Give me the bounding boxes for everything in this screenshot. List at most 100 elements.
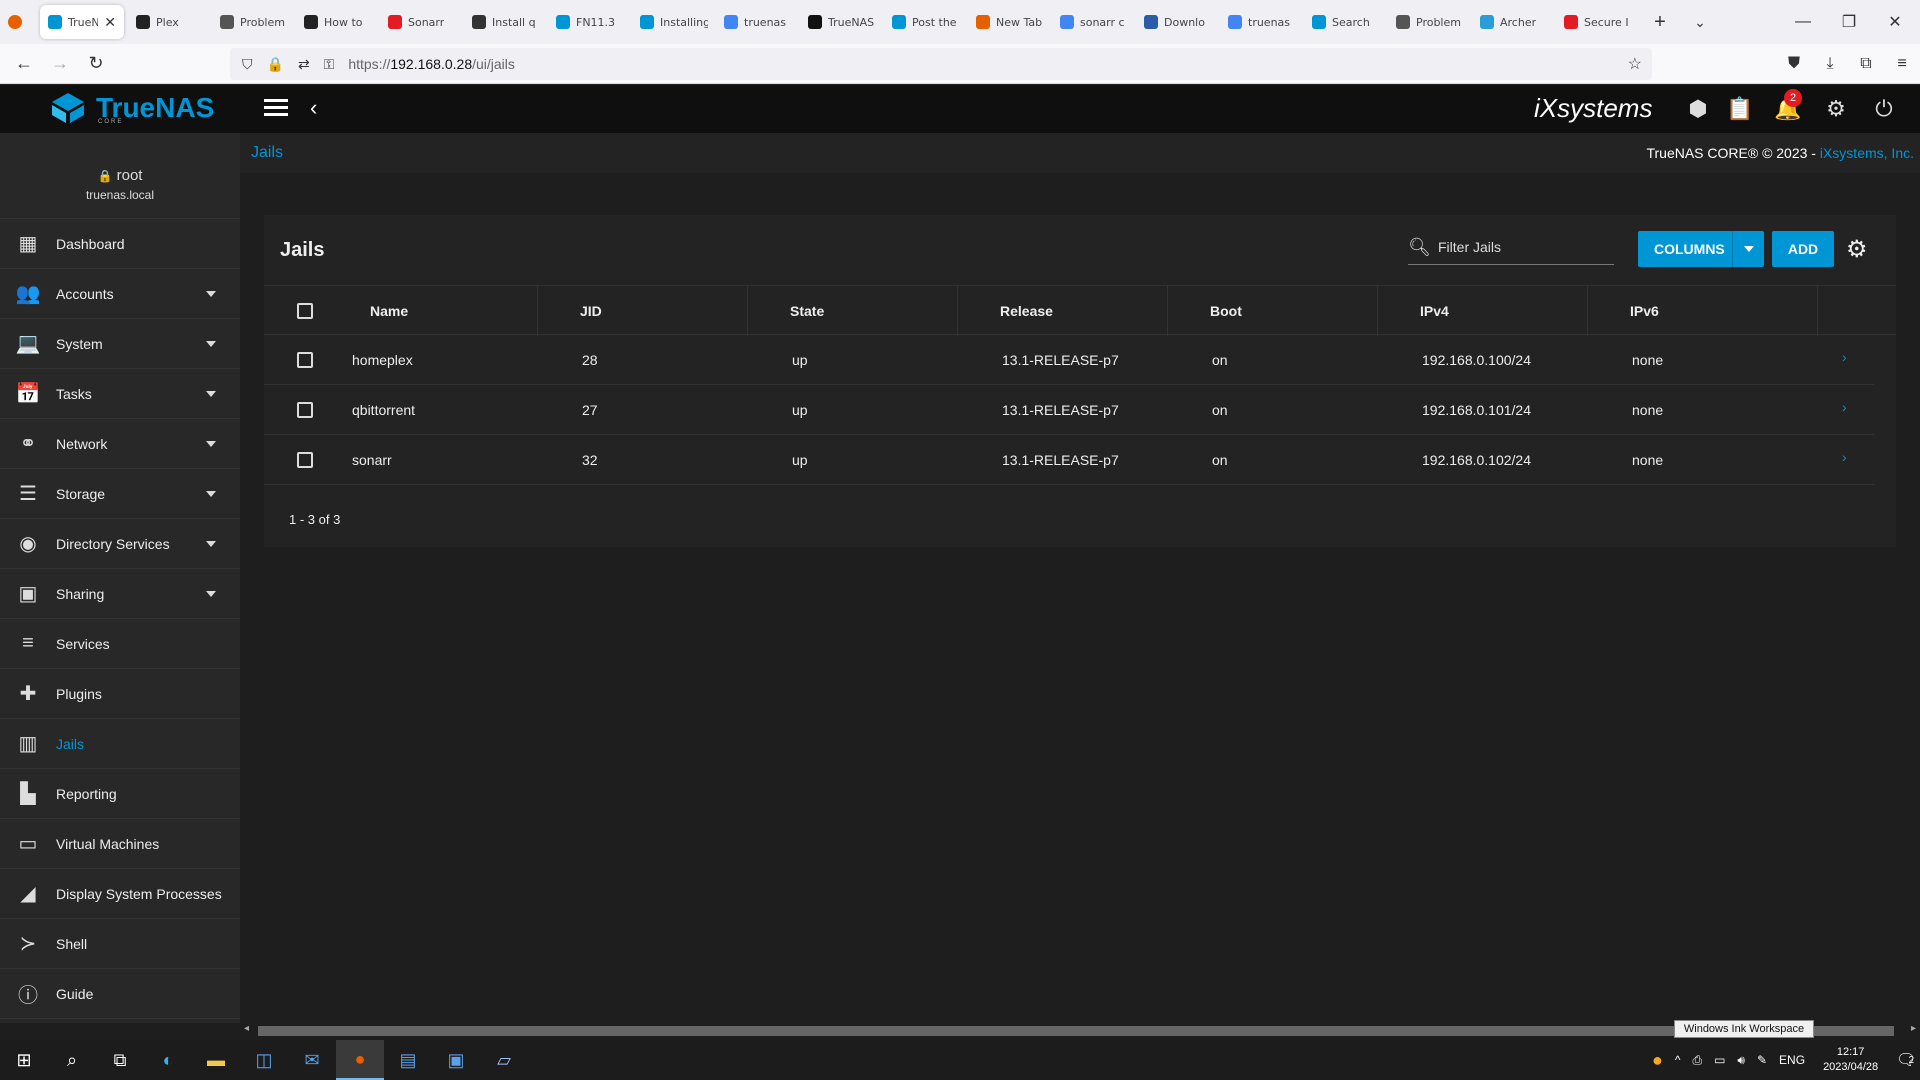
horizontal-scrollbar[interactable]: ◂ ▸ [240, 1023, 1920, 1039]
row-checkbox[interactable] [297, 452, 313, 468]
column-header-release[interactable]: Release [978, 286, 1168, 336]
bookmark-star-icon[interactable]: ☆ [1628, 54, 1642, 74]
table-row[interactable]: sonarr 32 up 13.1-RELEASE-p7 on 192.168.0.102… [264, 435, 1874, 485]
browser-tab[interactable]: sonarr c [1052, 5, 1136, 39]
browser-tab[interactable]: Post the [884, 5, 968, 39]
extensions-icon[interactable]: ⧉ [1848, 55, 1884, 73]
row-checkbox[interactable] [297, 352, 313, 368]
collapse-sidebar-icon[interactable]: ‹ [310, 95, 317, 121]
power-icon[interactable]: ⏻ [1870, 95, 1898, 123]
browser-tab[interactable]: truenas [716, 5, 800, 39]
sidebar-item-reporting[interactable]: ▙ Reporting [0, 769, 240, 819]
sidebar-item-dashboard[interactable]: ▦ Dashboard [0, 219, 240, 269]
sidebar-item-plugins[interactable]: ✚ Plugins [0, 669, 240, 719]
url-bar[interactable]: ⛉ 🔒 ⇄ ⚿ https://192.168.0.28/ui/jails ☆ [230, 48, 1652, 80]
shield-icon[interactable]: ⛉ [242, 56, 253, 73]
expand-row-chevron-icon[interactable]: › [1842, 399, 1847, 415]
file-explorer-icon[interactable]: ▬ [192, 1040, 240, 1080]
menu-toggle-icon[interactable] [264, 99, 288, 120]
clock[interactable]: 12:17 2023/04/28 [1823, 1045, 1878, 1075]
scroll-left-icon[interactable]: ◂ [244, 1023, 249, 1034]
truenas-logo[interactable]: TrueNAS [48, 91, 214, 125]
firefox-taskbar-icon[interactable]: ● [336, 1040, 384, 1080]
column-header-ipv4[interactable]: IPv4 [1398, 286, 1588, 336]
table-row[interactable]: homeplex 28 up 13.1-RELEASE-p7 on 192.168.0.1… [264, 335, 1874, 385]
firefox-menu-icon[interactable] [0, 5, 36, 39]
downloads-icon[interactable]: ⤓ [1812, 55, 1848, 73]
expand-row-chevron-icon[interactable]: › [1842, 349, 1847, 365]
close-window-icon[interactable]: ✕ [1872, 0, 1918, 44]
new-tab-button[interactable]: + [1640, 11, 1680, 34]
search-icon[interactable]: ⌕ [48, 1040, 96, 1080]
browser-tab[interactable]: Plex [128, 5, 212, 39]
minimize-icon[interactable]: — [1780, 0, 1826, 44]
chevron-down-icon[interactable] [1732, 231, 1764, 267]
sidebar-item-network[interactable]: ⚭ Network [0, 419, 240, 469]
browser-tab[interactable]: TrueNAS ✕ [40, 5, 124, 39]
task-view-icon[interactable]: ⧉ [96, 1040, 144, 1080]
column-header-jid[interactable]: JID [558, 286, 748, 336]
jail-settings-gear-icon[interactable]: ⚙ [1846, 235, 1868, 264]
browser-tab[interactable]: How to [296, 5, 380, 39]
browser-tab[interactable]: TrueNAS [800, 5, 884, 39]
column-header-boot[interactable]: Boot [1188, 286, 1378, 336]
row-checkbox[interactable] [297, 402, 313, 418]
sidebar-item-virtual-machines[interactable]: ▭ Virtual Machines [0, 819, 240, 869]
windows-start-icon[interactable]: ⊞ [0, 1040, 48, 1080]
tray-volume-icon[interactable]: 🔊︎ [1737, 1053, 1745, 1068]
permissions-icon[interactable]: ⇄ [298, 56, 310, 73]
truecommand-icon[interactable]: ⬢ [1684, 95, 1712, 123]
store-icon[interactable]: ◫ [240, 1040, 288, 1080]
settings-gear-icon[interactable]: ⚙ [1822, 95, 1850, 123]
sidebar-item-accounts[interactable]: 👥 Accounts [0, 269, 240, 319]
tray-device-icon[interactable]: ⎙ [1692, 1053, 1702, 1068]
browser-tab[interactable]: Problem [1388, 5, 1472, 39]
tab-list-dropdown-icon[interactable]: ⌄ [1680, 14, 1720, 31]
columns-button[interactable]: COLUMNS [1638, 231, 1764, 267]
column-header-name[interactable]: Name [348, 286, 538, 336]
browser-tab[interactable]: Problem [212, 5, 296, 39]
notepad-icon[interactable]: ▱ [480, 1040, 528, 1080]
sidebar-item-sharing[interactable]: ▣ Sharing [0, 569, 240, 619]
lock-icon[interactable]: 🔒 [267, 56, 284, 73]
column-header-ipv6[interactable]: IPv6 [1608, 286, 1818, 336]
ixsystems-link[interactable]: iXsystems, Inc. [1820, 145, 1914, 161]
ixsystems-logo[interactable]: iXsystems [1534, 93, 1652, 124]
network-app-icon[interactable]: ▣ [432, 1040, 480, 1080]
key-icon[interactable]: ⚿ [324, 56, 335, 73]
browser-tab[interactable]: Archer [1472, 5, 1556, 39]
select-all-checkbox[interactable] [297, 303, 313, 319]
language-indicator[interactable]: ENG [1779, 1053, 1805, 1067]
filter-jails-input[interactable] [1438, 235, 1614, 259]
forward-arrow-icon[interactable]: → [42, 53, 78, 74]
browser-tab[interactable]: Sonarr [380, 5, 464, 39]
table-row[interactable]: qbittorrent 27 up 13.1-RELEASE-p7 on 192.168.… [264, 385, 1874, 435]
column-header-state[interactable]: State [768, 286, 958, 336]
pocket-icon[interactable]: ⛊ [1776, 55, 1812, 73]
sidebar-item-jails[interactable]: ▥ Jails [0, 719, 240, 769]
browser-tab[interactable]: New Tab [968, 5, 1052, 39]
reload-icon[interactable]: ↻ [78, 53, 114, 74]
expand-row-chevron-icon[interactable]: › [1842, 449, 1847, 465]
mail-icon[interactable]: ✉ [288, 1040, 336, 1080]
tray-chevron-icon[interactable]: ^ [1675, 1053, 1681, 1067]
sidebar-item-tasks[interactable]: 📅 Tasks [0, 369, 240, 419]
scrollbar-thumb[interactable] [258, 1026, 1894, 1036]
tray-app-icon[interactable]: ● [1652, 1050, 1663, 1071]
app-taskbar-icon[interactable]: ▤ [384, 1040, 432, 1080]
restore-icon[interactable]: ❐ [1826, 0, 1872, 44]
browser-tab[interactable]: truenas [1220, 5, 1304, 39]
close-tab-icon[interactable]: ✕ [104, 14, 116, 31]
sidebar-item-guide[interactable]: ⓘ Guide [0, 969, 240, 1019]
task-manager-icon[interactable]: 📋 [1726, 95, 1754, 123]
tray-network-icon[interactable]: ▭ [1714, 1053, 1725, 1067]
sidebar-item-shell[interactable]: ≻ Shell [0, 919, 240, 969]
browser-tab[interactable]: Search [1304, 5, 1388, 39]
scroll-right-icon[interactable]: ▸ [1911, 1023, 1916, 1034]
browser-tab[interactable]: FN11.3 [548, 5, 632, 39]
back-arrow-icon[interactable]: ← [6, 53, 42, 74]
sidebar-item-display-system-processes[interactable]: ◢ Display System Processes [0, 869, 240, 919]
browser-tab[interactable]: Downlo [1136, 5, 1220, 39]
add-jail-button[interactable]: ADD [1772, 231, 1834, 267]
edge-icon[interactable]: ◐ [144, 1040, 192, 1080]
